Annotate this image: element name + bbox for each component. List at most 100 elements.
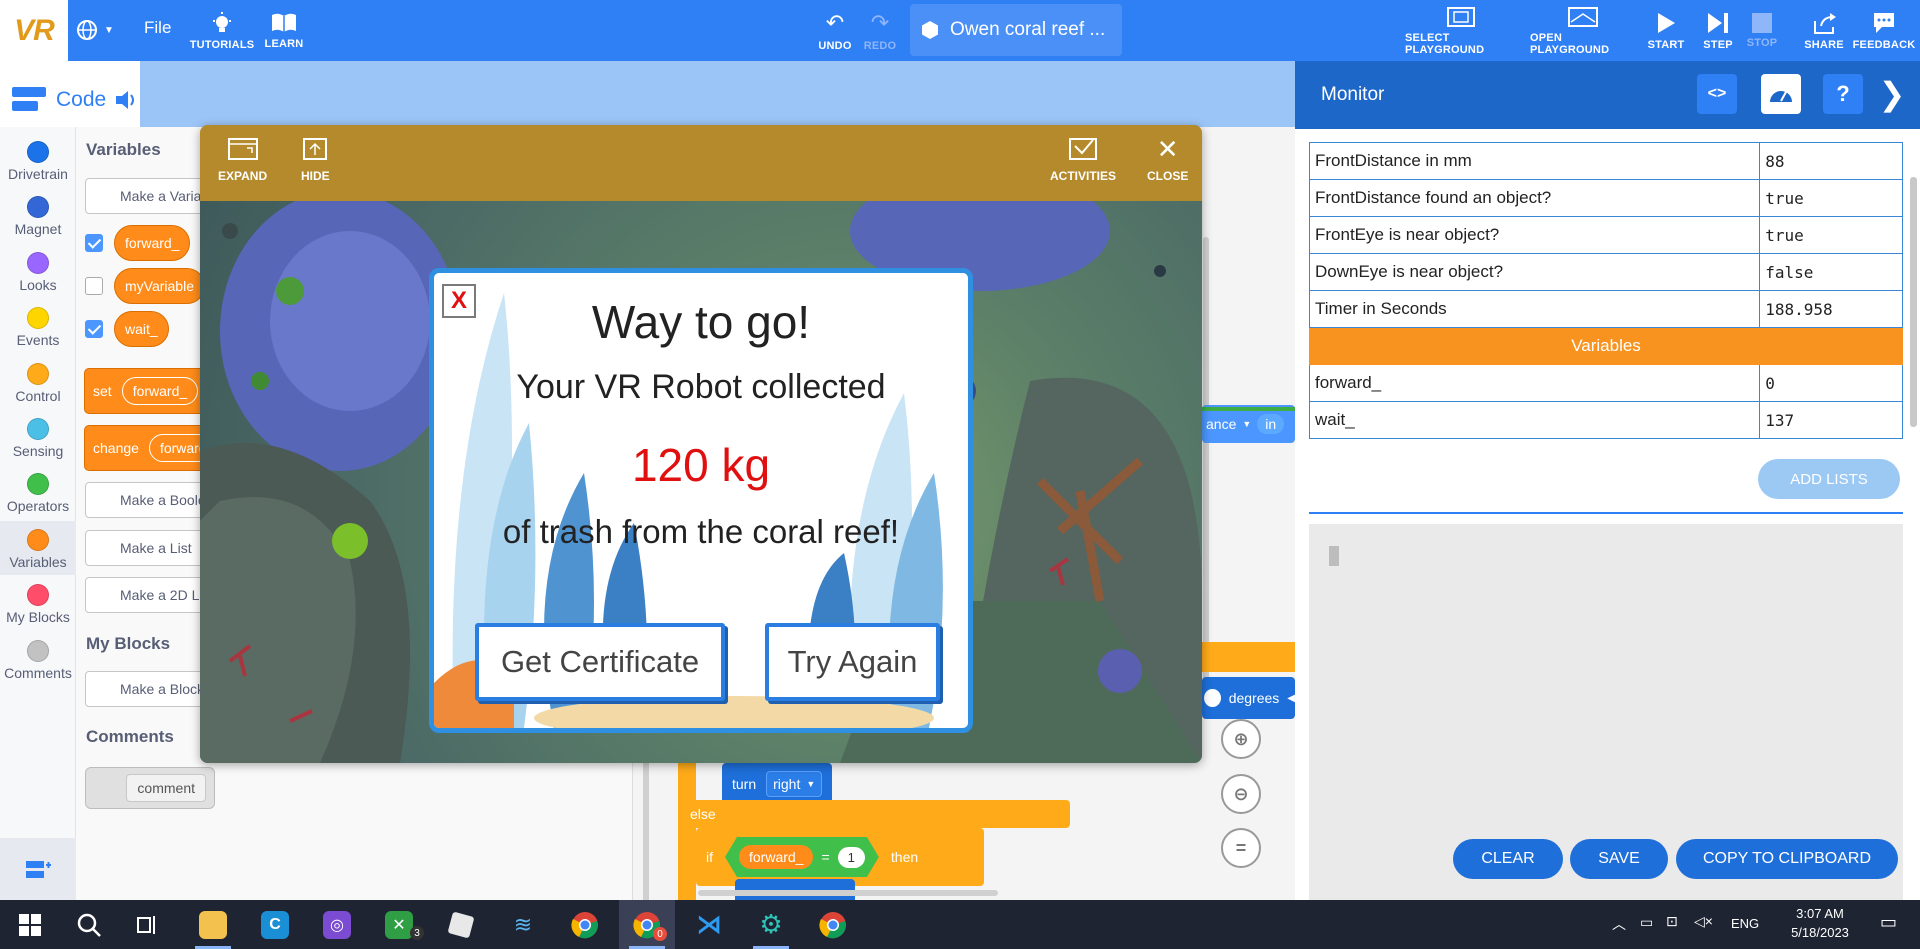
set-variable-dropdown[interactable]: forward_ (121, 377, 199, 405)
vr-logo[interactable]: VR (0, 0, 68, 61)
taskbar-chrome-2[interactable] (805, 900, 861, 949)
zoom-out-button[interactable]: ⊖ (1221, 774, 1261, 814)
turn-direction-dropdown[interactable]: right ▼ (766, 771, 823, 797)
playground-toolbar: EXPAND HIDE ACTIVITIES ✕ CLOSE (200, 125, 1202, 201)
category-variables[interactable]: Variables (0, 521, 76, 575)
comment-block[interactable]: comment (85, 767, 215, 809)
taskbar-roblox[interactable] (433, 900, 489, 949)
taskbar-xbox[interactable]: ✕ 3 (371, 900, 427, 949)
category-comments[interactable]: Comments (0, 632, 76, 686)
clock-date[interactable]: 5/18/2023 (1779, 925, 1861, 940)
clock-time[interactable]: 3:07 AM (1785, 906, 1855, 921)
sensor-value: true (1759, 216, 1903, 254)
step-button[interactable]: STEP (1700, 0, 1736, 61)
turn-block[interactable]: turn right ▼ (722, 763, 832, 805)
chevron-down-icon: ▼ (1242, 419, 1252, 429)
file-menu[interactable]: File (144, 18, 171, 38)
tray-chevron-up-icon[interactable]: ︿ (1612, 914, 1626, 934)
zoom-in-button[interactable]: ⊕ (1221, 719, 1261, 759)
extensions-button[interactable] (0, 838, 76, 900)
select-playground-button[interactable]: SELECT PLAYGROUND (1405, 0, 1517, 61)
turn-degrees-block[interactable]: degrees ◀ (1202, 677, 1295, 719)
taskbar-chrome-active[interactable]: 0 (619, 900, 675, 949)
get-certificate-button[interactable]: Get Certificate (475, 623, 725, 701)
variable-checkbox[interactable] (85, 320, 103, 338)
copy-to-clipboard-button[interactable]: COPY TO CLIPBOARD (1676, 839, 1898, 879)
variable-reporter[interactable]: wait_ (114, 311, 169, 347)
workspace-horizontal-scrollbar[interactable] (698, 890, 998, 896)
chevron-right-icon: ❯ (1878, 76, 1906, 112)
save-button[interactable]: SAVE (1570, 839, 1668, 879)
category-my-blocks[interactable]: My Blocks (0, 576, 76, 630)
category-control[interactable]: Control (0, 355, 76, 409)
tutorials-button[interactable]: TUTORIALS (190, 0, 254, 61)
variable-reporter[interactable]: myVariable (114, 268, 205, 304)
undo-button[interactable]: ↶ UNDO (815, 0, 855, 61)
taskbar-app-c[interactable]: C (247, 900, 303, 949)
else-block[interactable]: else (678, 800, 1070, 828)
help-button[interactable]: ? (1823, 74, 1863, 114)
taskbar-file-explorer[interactable] (185, 900, 241, 949)
search-button[interactable] (61, 900, 117, 949)
tab-code[interactable]: Code (0, 73, 140, 127)
control-block-strip[interactable] (1198, 642, 1295, 672)
expand-button[interactable]: EXPAND (218, 137, 267, 183)
category-operators[interactable]: Operators (0, 465, 76, 519)
hide-button[interactable]: HIDE (301, 137, 330, 183)
variable-reporter[interactable]: forward_ (114, 225, 191, 261)
stop-button[interactable]: STOP (1744, 0, 1780, 61)
unit-dropdown[interactable]: in (1257, 414, 1285, 434)
battery-icon[interactable]: ▭ (1640, 914, 1653, 931)
code-view-button[interactable]: <> (1697, 74, 1737, 114)
redo-button[interactable]: ↷ REDO (860, 0, 900, 61)
taskbar-photo-app[interactable]: ◎ (309, 900, 365, 949)
open-playground-button[interactable]: OPEN PLAYGROUND (1530, 0, 1636, 61)
category-sensing[interactable]: Sensing (0, 410, 76, 464)
xbox-icon: ✕ (385, 910, 413, 939)
sensor-value: 188.958 (1759, 290, 1903, 328)
category-events[interactable]: Events (0, 299, 76, 353)
category-looks[interactable]: Looks (0, 244, 76, 298)
speaker-icon[interactable] (114, 89, 138, 111)
taskbar-dolphin[interactable]: ≋ (495, 900, 551, 949)
category-magnet[interactable]: Magnet (0, 188, 76, 242)
task-view-button[interactable] (120, 900, 176, 949)
distance-dropdown[interactable]: ance (1206, 416, 1236, 432)
zoom-reset-button[interactable]: = (1221, 828, 1261, 868)
degrees-input[interactable] (1204, 689, 1221, 707)
language-menu[interactable]: ▼ (76, 16, 122, 44)
try-again-button[interactable]: Try Again (765, 623, 940, 701)
equals-operator-block[interactable]: forward_ = 1 (725, 837, 879, 877)
notifications-icon[interactable]: ▭ (1880, 912, 1897, 933)
start-menu-button[interactable] (2, 900, 58, 949)
monitor-scrollbar[interactable] (1910, 177, 1917, 427)
equals-label: = (821, 849, 830, 865)
variable-checkbox[interactable] (85, 234, 103, 252)
if-variable-reporter[interactable]: forward_ (739, 845, 813, 869)
clear-button[interactable]: CLEAR (1453, 839, 1563, 879)
project-name-field[interactable]: Owen coral reef ... (910, 4, 1122, 56)
add-lists-button[interactable]: ADD LISTS (1758, 459, 1900, 499)
close-playground-button[interactable]: ✕ CLOSE (1147, 136, 1189, 183)
taskbar-vscode[interactable]: ⋊ (681, 900, 737, 949)
category-drivetrain[interactable]: Drivetrain (0, 133, 76, 187)
monitor-view-button[interactable] (1761, 74, 1801, 114)
learn-button[interactable]: LEARN (262, 0, 306, 61)
taskbar-chrome[interactable] (557, 900, 613, 949)
start-button[interactable]: START (1648, 0, 1684, 61)
trash-amount: 120 kg (631, 439, 771, 491)
activities-button[interactable]: ACTIVITIES (1050, 137, 1116, 183)
feedback-button[interactable]: FEEDBACK (1853, 0, 1915, 61)
taskbar-vexcode[interactable]: ⚙ (743, 900, 799, 949)
collapse-panel-button[interactable]: ❯ (1877, 74, 1907, 114)
if-then-block[interactable]: if forward_ = 1 then (696, 828, 984, 886)
category-dot (27, 640, 49, 662)
share-button[interactable]: SHARE (1804, 0, 1844, 61)
variable-checkbox[interactable] (85, 277, 103, 295)
network-icon[interactable]: ⊡ (1666, 913, 1678, 930)
input-language[interactable]: ENG (1731, 916, 1759, 931)
compare-value-input[interactable]: 1 (838, 847, 865, 868)
close-label: CLOSE (1147, 169, 1189, 183)
volume-muted-icon[interactable]: ◁× (1694, 913, 1713, 930)
print-console[interactable] (1309, 524, 1903, 946)
